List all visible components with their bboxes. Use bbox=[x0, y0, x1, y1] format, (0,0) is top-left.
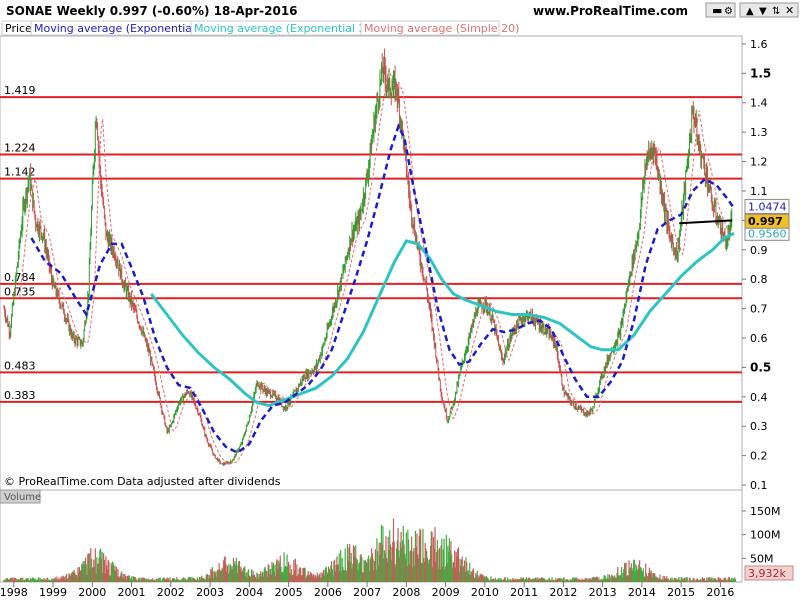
x-tick-label: 2012 bbox=[549, 586, 577, 599]
minimize-icon: ▬ bbox=[712, 4, 722, 17]
y-tick-label: 0.6 bbox=[750, 332, 768, 345]
header-quote-line: SONAE Weekly 0.997 (-0.60%) 18-Apr-2016 bbox=[6, 4, 298, 18]
x-tick-label: 1999 bbox=[39, 586, 67, 599]
y-tick-label: 0.5 bbox=[750, 360, 771, 374]
price-marker-label: 0.997 bbox=[748, 215, 783, 228]
site-link[interactable]: www.ProRealTime.com bbox=[533, 4, 688, 18]
ema50-marker-label: 1.0474 bbox=[748, 200, 787, 213]
up-icon: ▲ bbox=[746, 6, 754, 17]
x-tick-label: 2014 bbox=[628, 586, 656, 599]
x-tick-label: 2005 bbox=[275, 586, 303, 599]
level-label: 1.224 bbox=[4, 141, 36, 154]
ema200-marker-label: 0.9560 bbox=[748, 227, 787, 240]
x-tick-label: 2008 bbox=[392, 586, 420, 599]
level-label: 0.784 bbox=[4, 271, 36, 284]
x-tick-label: 2006 bbox=[314, 586, 342, 599]
y-tick-label: 0.4 bbox=[750, 391, 768, 404]
y-tick-label: 0.8 bbox=[750, 273, 768, 286]
close-icon: ✕ bbox=[785, 4, 794, 17]
x-tick-label: 2001 bbox=[118, 586, 146, 599]
settings-icon: ⚙ bbox=[724, 6, 733, 17]
volume-tick-label: 50M bbox=[750, 552, 774, 565]
volume-tick-label: 150M bbox=[750, 505, 781, 518]
swap-icon: ⇅ bbox=[772, 6, 780, 17]
y-tick-label: 1.4 bbox=[750, 97, 768, 110]
x-tick-label: 2015 bbox=[667, 586, 695, 599]
x-tick-label: 2013 bbox=[589, 586, 617, 599]
legend-price: Price bbox=[5, 22, 32, 35]
y-tick-label: 0.9 bbox=[750, 244, 768, 257]
level-label: 0.383 bbox=[4, 389, 36, 402]
quote: 0.997 (-0.60%) bbox=[110, 4, 210, 18]
y-tick-label: 0.7 bbox=[750, 303, 768, 316]
legend: Price Moving average (Exponential 50) Mo… bbox=[1, 20, 519, 36]
quote-date: 18-Apr-2016 bbox=[214, 4, 298, 18]
volume-title: Volume bbox=[4, 492, 41, 503]
timeframe: Weekly bbox=[57, 4, 106, 18]
footer-note: © ProRealTime.com Data adjusted after di… bbox=[4, 475, 281, 488]
y-tick-label: 1.1 bbox=[750, 185, 768, 198]
window-buttons: ▬ ⚙ ▲ ▼ ⇅ ✕ bbox=[705, 2, 799, 18]
x-tick-label: 2016 bbox=[706, 586, 734, 599]
x-tick-label: 2007 bbox=[353, 586, 381, 599]
x-tick-label: 2004 bbox=[235, 586, 263, 599]
x-tick-label: 2002 bbox=[157, 586, 185, 599]
y-tick-label: 0.2 bbox=[750, 450, 768, 463]
x-tick-label: 2010 bbox=[471, 586, 499, 599]
legend-sma20: Moving average (Simple 20) bbox=[364, 22, 519, 35]
moving-averages bbox=[19, 69, 736, 465]
y-tick-label: 1.3 bbox=[750, 126, 768, 139]
axes: 1.61.51.41.31.21.11.00.90.80.70.60.50.40… bbox=[0, 38, 781, 599]
y-tick-label: 1.2 bbox=[750, 156, 768, 169]
x-tick-label: 2009 bbox=[432, 586, 460, 599]
volume-bars bbox=[3, 518, 737, 582]
legend-ema50: Moving average (Exponential 50) bbox=[34, 22, 217, 35]
y-tick-label: 1.6 bbox=[750, 38, 768, 51]
y-tick-label: 0.3 bbox=[750, 420, 768, 433]
price-series bbox=[3, 48, 733, 467]
x-tick-label: 2003 bbox=[196, 586, 224, 599]
y-tick-label: 0.1 bbox=[750, 479, 768, 492]
x-tick-label: 1998 bbox=[0, 586, 28, 599]
legend-ema200: Moving average (Exponential 200) bbox=[194, 22, 384, 35]
x-tick-label: 2000 bbox=[78, 586, 106, 599]
symbol: SONAE bbox=[6, 4, 52, 18]
x-tick-label: 2011 bbox=[510, 586, 538, 599]
y-tick-label: 1.5 bbox=[750, 66, 771, 80]
volume-last-label: 3,932k bbox=[748, 567, 786, 580]
price-chart[interactable]: SONAE Weekly 0.997 (-0.60%) 18-Apr-2016 … bbox=[0, 0, 800, 600]
volume-tick-label: 100M bbox=[750, 529, 781, 542]
level-label: 0.483 bbox=[4, 359, 36, 372]
level-label: 1.419 bbox=[4, 84, 36, 97]
down-icon: ▼ bbox=[759, 6, 767, 17]
price-pane[interactable] bbox=[0, 35, 743, 491]
